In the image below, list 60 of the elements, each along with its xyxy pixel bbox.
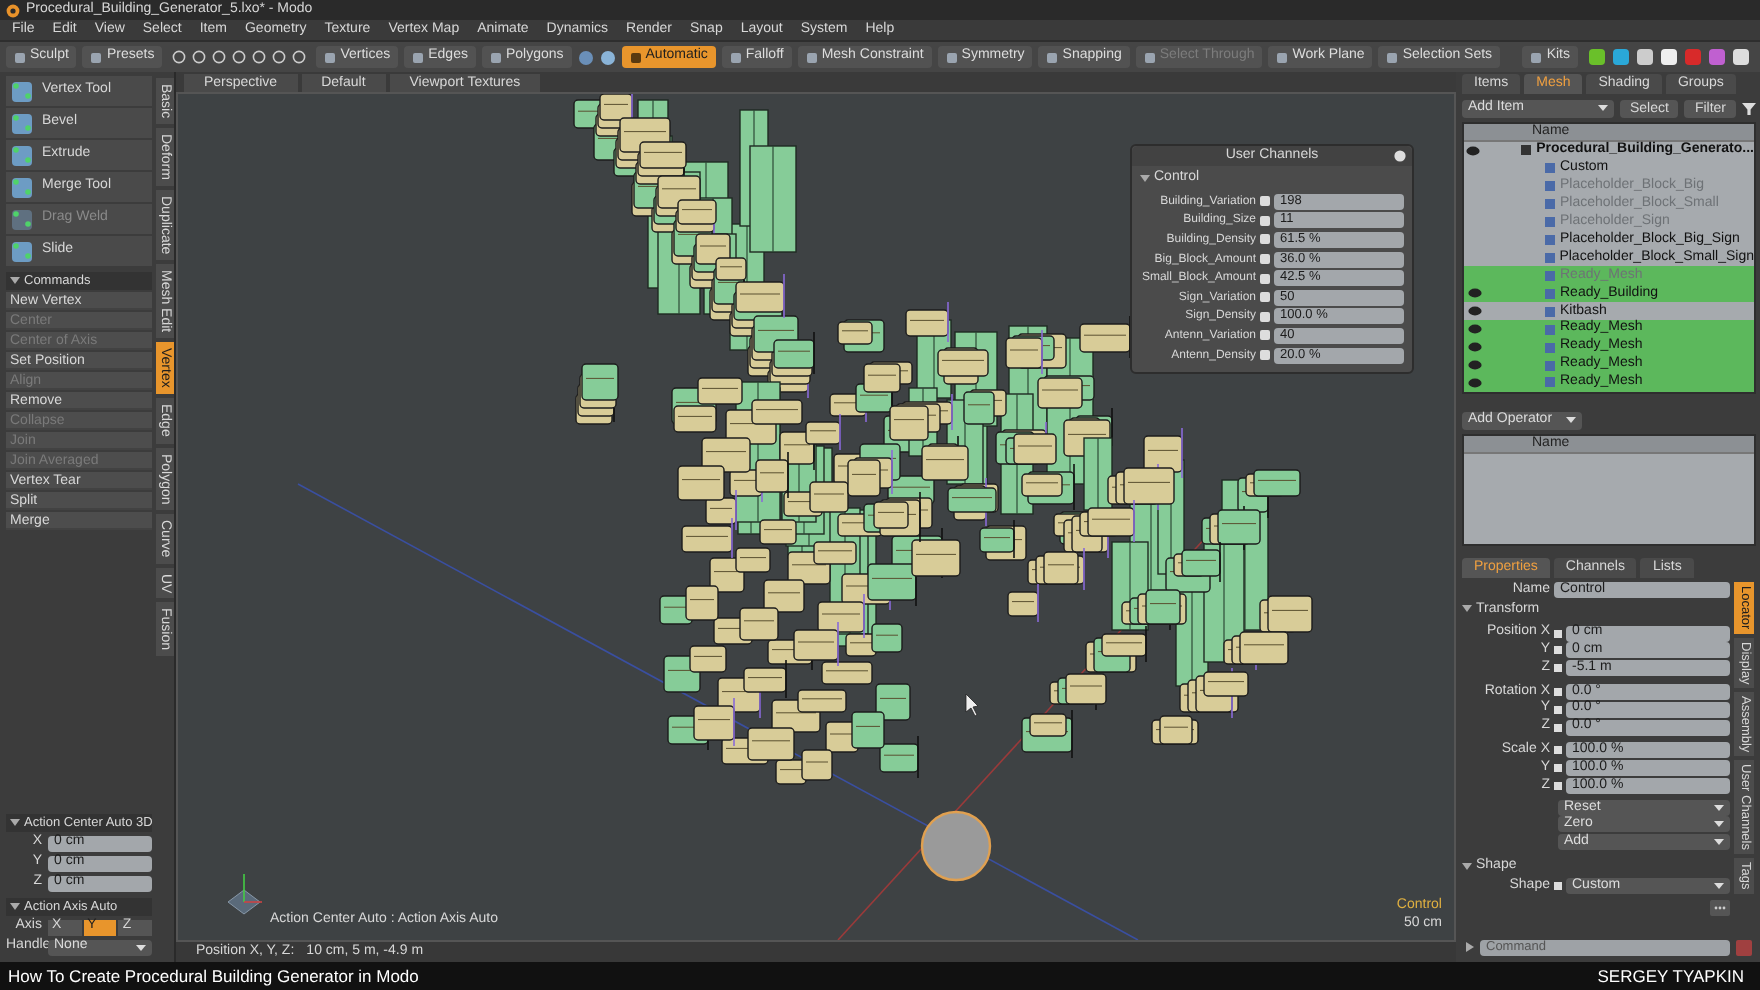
key-icon[interactable] [1554,646,1562,655]
key-icon[interactable] [1260,311,1270,322]
caret-icon [1566,416,1576,424]
key-icon[interactable] [1260,273,1270,284]
tool-icon [1276,51,1289,63]
tool-icon [14,51,26,63]
tool-icon [1143,51,1156,63]
close-icon[interactable] [1394,150,1406,162]
axis-gizmo-icon [227,873,263,915]
key-icon[interactable] [1260,292,1270,303]
caret-icon [1597,104,1608,112]
key-icon[interactable] [1554,763,1562,772]
collapse-icon[interactable] [1140,174,1150,184]
sphere-icon[interactable] [577,49,594,65]
key-icon[interactable] [1554,705,1562,714]
tool-icon [489,51,502,63]
key-icon[interactable] [1554,629,1562,638]
caret-icon [136,943,146,951]
key-icon[interactable] [1554,745,1562,754]
collapse-icon[interactable] [10,818,20,828]
collapse-icon[interactable] [1462,861,1472,872]
key-icon[interactable] [1260,350,1270,361]
tool-icon [1530,51,1543,63]
tool-icon [629,51,642,63]
tool-icon [10,111,34,135]
tool-icon [729,51,742,63]
key-icon[interactable] [1554,687,1562,696]
filter-icon[interactable] [1742,101,1756,115]
more-icon[interactable] [1710,900,1730,917]
key-icon[interactable] [1260,234,1270,245]
key-icon[interactable] [1260,330,1270,341]
key-icon[interactable] [1554,664,1562,673]
collapse-icon[interactable] [10,276,20,286]
tool-icon [1046,51,1059,63]
tool-icon [1386,51,1399,63]
collapse-icon[interactable] [10,902,20,912]
tool-icon [10,175,34,199]
tool-icon [324,51,337,63]
key-icon[interactable] [1260,254,1270,265]
tool-icon [90,51,103,63]
tool-icon [10,239,34,263]
key-icon[interactable] [1554,781,1562,790]
caret-icon [1714,882,1724,891]
eye-icon[interactable] [1466,145,1481,156]
author-name: SERGEY TYAPKIN [1597,965,1744,987]
tool-icon [10,79,34,103]
prompt-icon [1466,942,1474,952]
tool-icon [805,51,818,63]
tool-icon [412,51,425,63]
circle-handle[interactable] [920,810,992,882]
video-title: How To Create Procedural Building Generator in Modo [8,965,419,987]
key-icon[interactable] [1260,196,1270,207]
cursor-icon [965,693,979,717]
tool-icon [10,143,34,167]
collapse-icon[interactable] [1462,604,1472,615]
tool-icon [945,51,958,63]
key-icon[interactable] [1554,882,1562,891]
tool-icon [10,207,34,231]
key-icon[interactable] [1260,215,1270,226]
key-icon[interactable] [1554,723,1562,732]
